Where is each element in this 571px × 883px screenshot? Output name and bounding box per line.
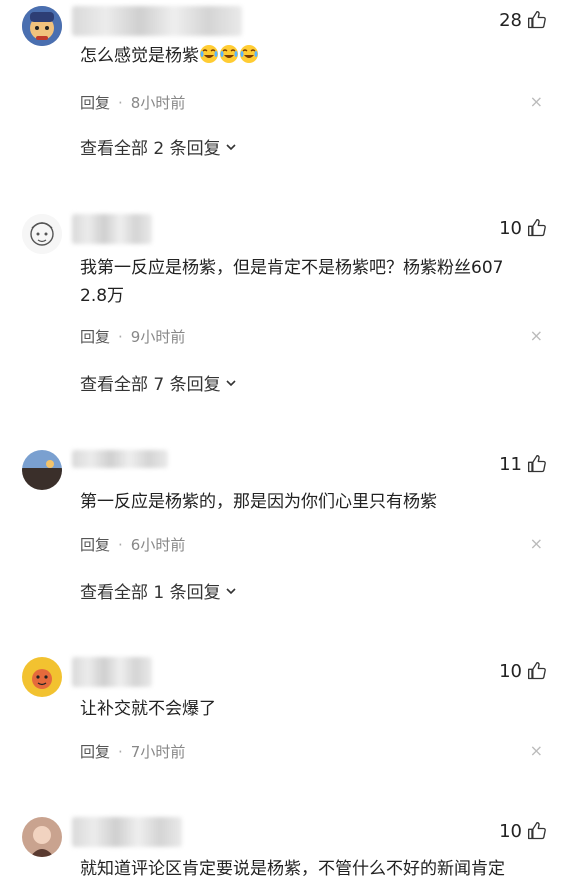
avatar[interactable]	[22, 657, 62, 697]
avatar[interactable]	[22, 817, 62, 857]
thumbs-up-icon	[528, 822, 546, 840]
separator-dot: ·	[118, 93, 123, 112]
comment-meta: 回复 · 6小时前	[80, 534, 185, 555]
username-blurred[interactable]	[72, 450, 168, 468]
like-count: 10	[499, 660, 522, 682]
comment-text: 怎么感觉是杨紫	[80, 42, 547, 70]
username-blurred[interactable]	[72, 817, 182, 847]
like-button[interactable]: 10	[499, 214, 547, 242]
view-all-replies-label: 查看全部 2 条回复	[80, 139, 221, 159]
close-icon[interactable]: ×	[530, 534, 543, 553]
like-count: 10	[499, 217, 522, 239]
avatar-cartoon-icon	[22, 6, 62, 46]
laugh-cry-emoji-icon	[220, 45, 238, 63]
avatar[interactable]	[22, 214, 62, 254]
comment-text: 第一反应是杨紫的，那是因为你们心里只有杨紫	[80, 492, 437, 512]
comment-text: 我第一反应是杨紫，但是肯定不是杨紫吧？杨紫粉丝607 2.8万	[80, 254, 547, 310]
like-count: 28	[499, 9, 522, 31]
separator-dot: ·	[118, 535, 123, 554]
thumbs-up-icon	[528, 219, 546, 237]
avatar[interactable]	[22, 6, 62, 46]
laugh-cry-emoji-icon	[240, 45, 258, 63]
reply-button[interactable]: 回复	[80, 741, 110, 762]
username-blurred[interactable]	[72, 214, 152, 244]
comment-text: 让补交就不会爆了	[80, 699, 216, 719]
reply-button[interactable]: 回复	[80, 326, 110, 347]
like-button[interactable]: 10	[499, 657, 547, 685]
view-all-replies-label: 查看全部 7 条回复	[80, 375, 221, 395]
view-all-replies-label: 查看全部 1 条回复	[80, 583, 221, 603]
like-button[interactable]: 28	[499, 6, 547, 34]
thumbs-up-icon	[528, 11, 546, 29]
like-count: 11	[499, 453, 522, 475]
chevron-down-icon	[226, 379, 236, 386]
reply-button[interactable]: 回复	[80, 534, 110, 555]
comment-text-line: 我第一反应是杨紫，但是肯定不是杨紫吧？杨紫粉丝607	[80, 258, 504, 278]
comment-time: 8小时前	[130, 94, 186, 112]
avatar-lion-icon	[22, 657, 62, 697]
view-all-replies-button[interactable]: 查看全部 2 条回复	[80, 134, 237, 159]
like-count: 10	[499, 820, 522, 842]
comment-meta: 回复 · 8小时前	[80, 92, 185, 113]
laugh-cry-emoji-icon	[200, 45, 218, 63]
view-all-replies-button[interactable]: 查看全部 7 条回复	[80, 370, 237, 395]
separator-dot: ·	[118, 327, 123, 346]
comment-text-line: 2.8万	[80, 286, 125, 306]
avatar-portrait-icon	[22, 817, 62, 857]
thumbs-up-icon	[528, 455, 546, 473]
like-button[interactable]: 11	[499, 450, 547, 478]
like-button[interactable]: 10	[499, 817, 547, 845]
username-blurred[interactable]	[72, 657, 152, 687]
close-icon[interactable]: ×	[530, 92, 543, 111]
comment-meta: 回复 · 9小时前	[80, 326, 185, 347]
comment-time: 6小时前	[130, 536, 186, 554]
chevron-down-icon	[226, 587, 236, 594]
comment-text: 就知道评论区肯定要说是杨紫，不管什么不好的新闻肯定	[80, 859, 505, 879]
comment-time: 9小时前	[130, 328, 186, 346]
comment-time: 7小时前	[130, 743, 186, 761]
comment-meta: 回复 · 7小时前	[80, 741, 185, 762]
view-all-replies-button[interactable]: 查看全部 1 条回复	[80, 578, 237, 603]
avatar-sketch-icon	[22, 214, 62, 254]
reply-button[interactable]: 回复	[80, 92, 110, 113]
avatar[interactable]	[22, 450, 62, 490]
separator-dot: ·	[118, 742, 123, 761]
username-blurred[interactable]	[72, 6, 242, 36]
close-icon[interactable]: ×	[530, 741, 543, 760]
close-icon[interactable]: ×	[530, 326, 543, 345]
thumbs-up-icon	[528, 662, 546, 680]
avatar-landscape-icon	[22, 450, 62, 490]
chevron-down-icon	[226, 143, 236, 150]
